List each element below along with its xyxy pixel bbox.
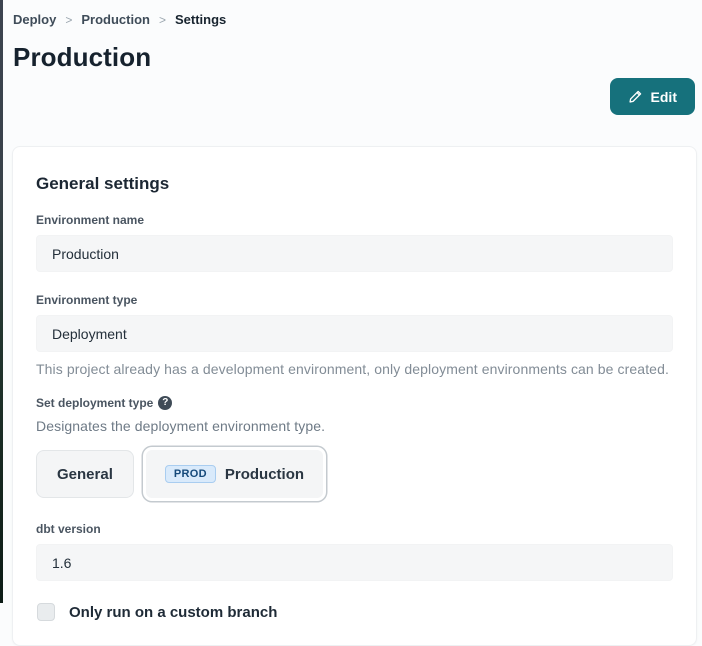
custom-branch-label[interactable]: Only run on a custom branch bbox=[69, 604, 277, 621]
breadcrumb: Deploy > Production > Settings bbox=[12, 10, 695, 27]
deployment-type-option-production[interactable]: PROD Production bbox=[143, 447, 326, 501]
card-heading: General settings bbox=[36, 174, 672, 194]
general-settings-card: General settings Environment name Enviro… bbox=[12, 146, 697, 646]
deployment-type-toggle-group: General PROD Production bbox=[36, 447, 672, 501]
environment-type-label: Environment type bbox=[36, 293, 672, 307]
environment-name-field-group: Environment name bbox=[36, 213, 672, 272]
general-option-label: General bbox=[57, 466, 113, 483]
deployment-type-option-general[interactable]: General bbox=[36, 450, 134, 498]
dbt-version-input[interactable] bbox=[36, 544, 673, 581]
edit-button[interactable]: Edit bbox=[610, 78, 695, 115]
chevron-right-icon: > bbox=[159, 13, 166, 27]
environment-name-label: Environment name bbox=[36, 213, 672, 227]
breadcrumb-deploy[interactable]: Deploy bbox=[13, 12, 56, 27]
environment-name-input[interactable] bbox=[36, 235, 673, 272]
custom-branch-row: Only run on a custom branch bbox=[36, 603, 672, 621]
chevron-right-icon: > bbox=[65, 13, 72, 27]
edit-button-label: Edit bbox=[651, 89, 677, 105]
deployment-type-field-group: Set deployment type ? Designates the dep… bbox=[36, 396, 672, 501]
environment-type-field-group: Environment type This project already ha… bbox=[36, 293, 672, 377]
environment-type-input[interactable] bbox=[36, 315, 673, 352]
prod-badge: PROD bbox=[165, 465, 216, 483]
pencil-icon bbox=[628, 89, 643, 104]
custom-branch-checkbox[interactable] bbox=[37, 603, 55, 621]
environment-type-helper-text: This project already has a development e… bbox=[36, 361, 672, 377]
help-icon[interactable]: ? bbox=[158, 396, 172, 410]
breadcrumb-production[interactable]: Production bbox=[81, 12, 150, 27]
dbt-version-field-group: dbt version bbox=[36, 522, 672, 581]
production-option-label: Production bbox=[225, 466, 304, 483]
dbt-version-label: dbt version bbox=[36, 522, 672, 536]
page-title: Production bbox=[13, 42, 695, 73]
deployment-type-helper-text: Designates the deployment environment ty… bbox=[36, 418, 672, 434]
environment-settings-page: Deploy > Production > Settings Productio… bbox=[0, 0, 702, 646]
toolbar: Edit bbox=[12, 78, 695, 115]
deployment-type-label-text: Set deployment type bbox=[36, 396, 153, 410]
sidebar-sliver bbox=[0, 0, 3, 603]
deployment-type-label: Set deployment type ? bbox=[36, 396, 672, 410]
breadcrumb-settings: Settings bbox=[175, 12, 226, 27]
